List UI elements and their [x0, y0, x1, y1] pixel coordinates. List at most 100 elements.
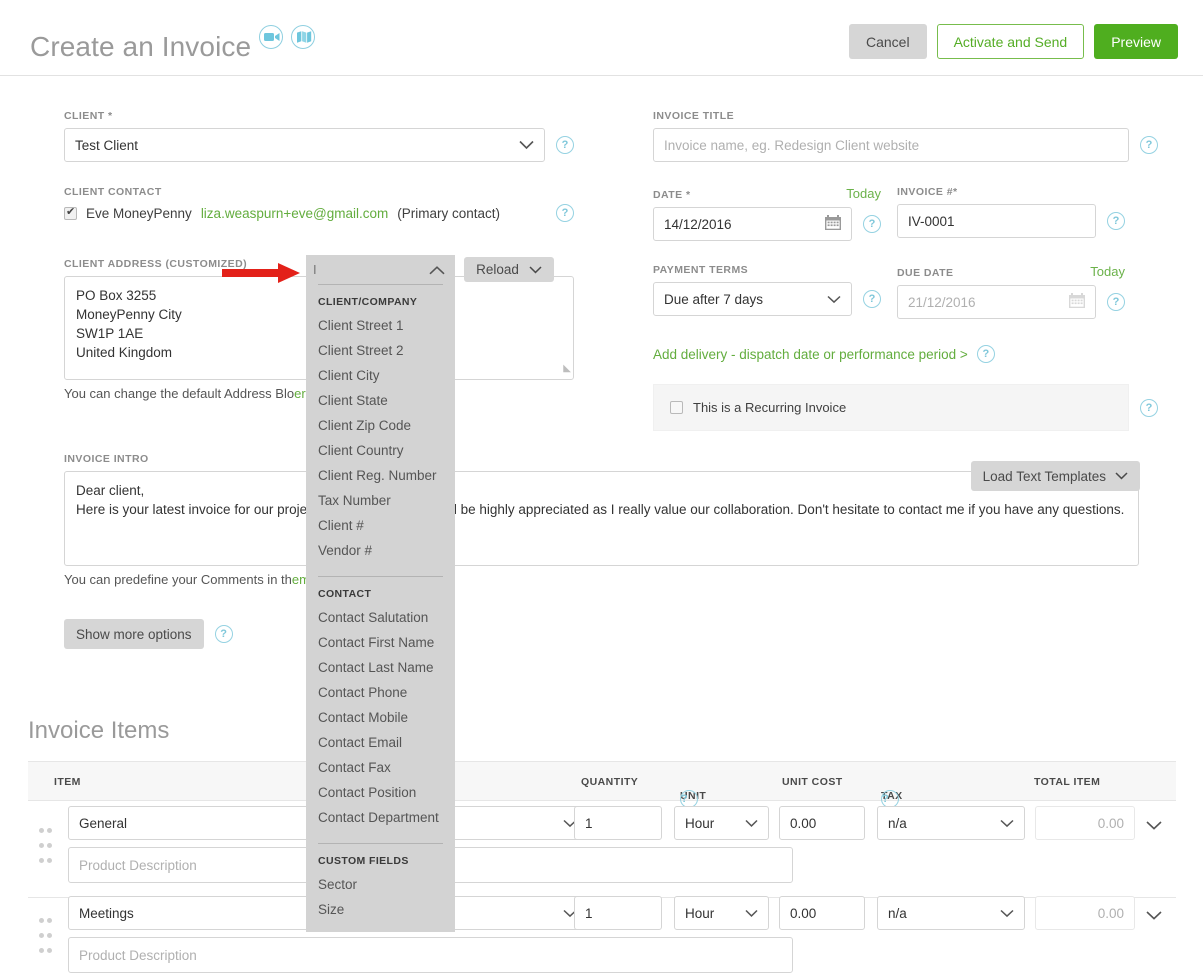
client-contact-row: Eve MoneyPenny liza.weaspurn+eve@gmail.c… [64, 206, 545, 221]
client-help-icon[interactable]: ? [556, 136, 574, 154]
unit-select[interactable]: Hour [674, 896, 769, 930]
dropdown-item[interactable]: Client Reg. Number [306, 464, 455, 489]
quantity-input[interactable]: 1 [574, 806, 662, 840]
unit-cost-input[interactable]: 0.00 [779, 896, 865, 930]
dropdown-item[interactable]: Size [306, 898, 455, 923]
date-label: DATE * [653, 189, 691, 201]
recurring-invoice-checkbox[interactable] [670, 401, 683, 414]
dropdown-item[interactable]: Client Zip Code [306, 414, 455, 439]
reload-button[interactable]: Reload [464, 257, 554, 282]
dropdown-item[interactable]: Client Street 1 [306, 314, 455, 339]
activate-and-send-button[interactable]: Activate and Send [937, 24, 1085, 59]
video-icon[interactable] [259, 25, 283, 49]
chevron-down-icon [1000, 906, 1014, 921]
dropdown-item[interactable]: Contact First Name [306, 631, 455, 656]
text-cursor-icon: I [313, 262, 317, 277]
dropdown-item[interactable]: Contact Fax [306, 756, 455, 781]
dropdown-item[interactable]: Contact Department [306, 806, 455, 831]
client-contact-label: CLIENT CONTACT [64, 186, 574, 198]
map-icon[interactable] [291, 25, 315, 49]
calendar-icon[interactable] [1068, 292, 1086, 312]
dropdown-item[interactable]: Contact Last Name [306, 656, 455, 681]
add-delivery-link[interactable]: Add delivery - dispatch date or performa… [653, 347, 968, 362]
invoice-title-input[interactable]: Invoice name, eg. Redesign Client websit… [653, 128, 1129, 162]
payment-terms-help-icon[interactable]: ? [863, 290, 881, 308]
recurring-invoice-help-icon[interactable]: ? [1140, 399, 1158, 417]
invoice-title-help-icon[interactable]: ? [1140, 136, 1158, 154]
header-buttons: Cancel Activate and Send Preview [849, 24, 1178, 59]
dropdown-trigger[interactable]: I [306, 255, 455, 284]
dropdown-item[interactable]: Client Country [306, 439, 455, 464]
dropdown-group-title: CLIENT/COMPANY [306, 285, 455, 314]
add-delivery-help-icon[interactable]: ? [977, 345, 995, 363]
date-value: 14/12/2016 [664, 217, 732, 232]
row-expand-chevron-icon[interactable] [1146, 908, 1162, 923]
drag-handle-icon[interactable] [37, 912, 55, 957]
dropdown-group-title: CONTACT [306, 577, 455, 606]
page-title: Create an Invoice [30, 25, 315, 63]
payment-terms-value: Due after 7 days [664, 292, 763, 307]
drag-handle-icon[interactable] [37, 822, 55, 867]
invoice-number-input[interactable]: IV-0001 [897, 204, 1096, 238]
dropdown-body: CLIENT/COMPANYClient Street 1Client Stre… [306, 285, 455, 932]
unit-cost-input[interactable]: 0.00 [779, 806, 865, 840]
invoice-items-header: ITEM QUANTITY UNIT? UNIT COST TAX? TOTAL… [28, 761, 1176, 801]
dropdown-item[interactable]: Tax Number [306, 489, 455, 514]
chevron-down-icon [519, 138, 534, 153]
dropdown-item[interactable]: Contact Email [306, 731, 455, 756]
dropdown-item[interactable]: Contact Phone [306, 681, 455, 706]
quantity-input[interactable]: 1 [574, 896, 662, 930]
reload-label: Reload [476, 262, 519, 277]
dropdown-item[interactable]: Client # [306, 514, 455, 539]
tax-select[interactable]: n/a [877, 806, 1025, 840]
chevron-up-icon[interactable] [429, 263, 445, 278]
due-date-help-icon[interactable]: ? [1107, 293, 1125, 311]
dropdown-item[interactable]: Sector [306, 873, 455, 898]
load-text-templates-button[interactable]: Load Text Templates [971, 461, 1140, 491]
dropdown-item[interactable]: Client State [306, 389, 455, 414]
placeholder-dropdown-menu[interactable]: I CLIENT/COMPANYClient Street 1Client St… [306, 255, 455, 932]
column-quantity: QUANTITY [581, 776, 638, 788]
due-date-label: DUE DATE [897, 267, 954, 279]
date-input[interactable]: 14/12/2016 [653, 207, 852, 241]
cancel-button[interactable]: Cancel [849, 24, 927, 59]
show-more-options-help-icon[interactable]: ? [215, 625, 233, 643]
column-unit-cost: UNIT COST [782, 776, 843, 788]
page-title-text: Create an Invoice [30, 31, 251, 62]
payment-terms-label: PAYMENT TERMS [653, 264, 881, 276]
row-expand-chevron-icon[interactable] [1146, 818, 1162, 833]
chevron-down-icon [745, 906, 758, 921]
chevron-down-icon [1115, 472, 1128, 480]
dropdown-item[interactable]: Contact Position [306, 781, 455, 806]
item-value: Meetings [79, 906, 134, 921]
payment-terms-select[interactable]: Due after 7 days [653, 282, 852, 316]
product-description-input[interactable]: Product Description [68, 937, 793, 973]
calendar-icon[interactable] [824, 214, 842, 234]
due-date-today-link[interactable]: Today [1090, 264, 1125, 279]
due-date-input[interactable]: 21/12/2016 [897, 285, 1096, 319]
client-select[interactable]: Test Client [64, 128, 545, 162]
tax-select[interactable]: n/a [877, 896, 1025, 930]
dropdown-item[interactable]: Contact Salutation [306, 606, 455, 631]
dropdown-item[interactable]: Client City [306, 364, 455, 389]
invoice-number-help-icon[interactable]: ? [1107, 212, 1125, 230]
dropdown-item[interactable]: Vendor # [306, 539, 455, 564]
recurring-invoice-row[interactable]: This is a Recurring Invoice [653, 384, 1129, 431]
column-item: ITEM [54, 776, 81, 788]
show-more-options-button[interactable]: Show more options [64, 619, 204, 649]
date-help-icon[interactable]: ? [863, 215, 881, 233]
preview-button[interactable]: Preview [1094, 24, 1178, 59]
unit-value: Hour [685, 816, 714, 831]
dropdown-item[interactable]: Client Street 2 [306, 339, 455, 364]
total-item-value: 0.00 [1035, 896, 1135, 930]
contact-email[interactable]: liza.weaspurn+eve@gmail.com [201, 206, 388, 221]
dropdown-item[interactable]: Contact Mobile [306, 706, 455, 731]
resize-handle-icon[interactable]: ◣ [563, 359, 571, 378]
client-contact-help-icon[interactable]: ? [556, 204, 574, 222]
dropdown-group-title: CUSTOM FIELDS [306, 844, 455, 873]
tax-value: n/a [888, 906, 907, 921]
client-contact-checkbox[interactable] [64, 207, 77, 220]
unit-select[interactable]: Hour [674, 806, 769, 840]
date-today-link[interactable]: Today [846, 186, 881, 201]
intro-note-text: You can predefine your Comments in th [64, 572, 292, 587]
